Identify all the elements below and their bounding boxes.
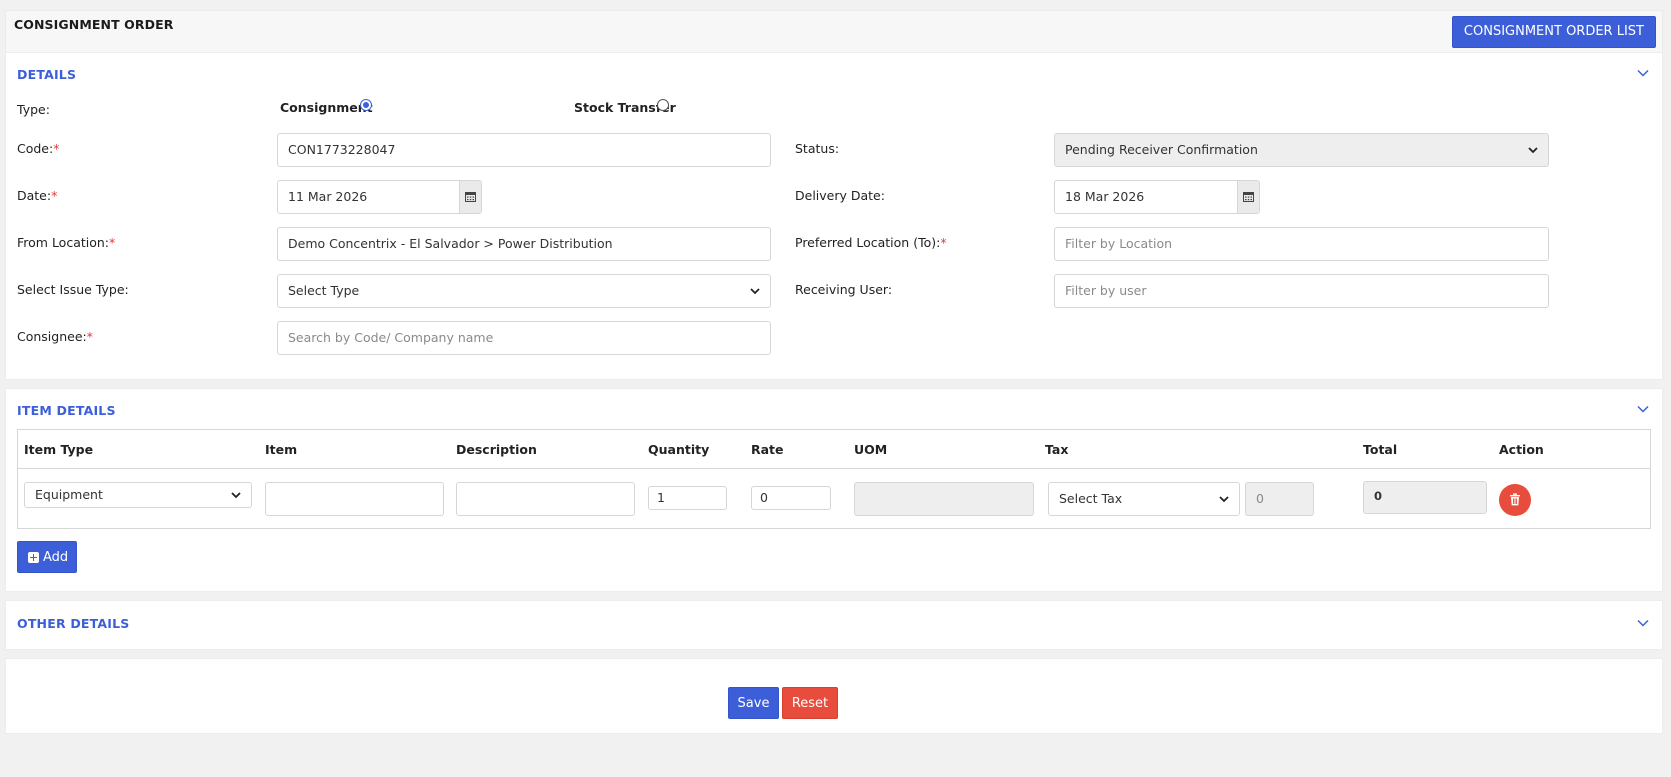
col-tax: Tax: [1045, 442, 1069, 457]
preferred-location-input[interactable]: Filter by Location: [1054, 227, 1549, 261]
tax-select[interactable]: Select Tax: [1048, 482, 1240, 516]
item-type-value: Equipment: [35, 487, 103, 502]
consignee-label: Consignee:*: [17, 329, 93, 344]
preferred-location-label: Preferred Location (To):*: [795, 235, 947, 250]
item-type-select[interactable]: Equipment: [24, 482, 252, 508]
consignee-input[interactable]: Search by Code/ Company name: [277, 321, 771, 355]
item-details-header[interactable]: ITEM DETAILS: [6, 389, 1662, 433]
description-input[interactable]: [456, 482, 635, 516]
total-value: 0: [1363, 481, 1487, 514]
add-label: Add: [43, 550, 69, 565]
items-table: Item Type Item Description Quantity Rate…: [17, 429, 1651, 529]
reset-button[interactable]: Reset: [782, 687, 838, 719]
chevron-down-icon[interactable]: [1635, 65, 1651, 81]
table-divider: [18, 468, 1650, 469]
tax-value: Select Tax: [1059, 491, 1123, 506]
chevron-down-icon[interactable]: [1635, 615, 1651, 631]
col-total: Total: [1363, 442, 1398, 457]
delivery-date-value: 18 Mar 2026: [1065, 189, 1145, 204]
date-input[interactable]: 11 Mar 2026: [277, 180, 482, 214]
save-button[interactable]: Save: [728, 687, 779, 719]
issue-type-label: Select Issue Type:: [17, 282, 129, 297]
col-action: Action: [1499, 442, 1544, 457]
issue-type-value: Select Type: [288, 283, 360, 298]
date-value: 11 Mar 2026: [288, 189, 368, 204]
form-footer: Save Reset: [5, 658, 1663, 734]
item-details-section: ITEM DETAILS Item Type Item Description …: [5, 388, 1663, 592]
radio-consignment[interactable]: [360, 99, 372, 111]
code-input[interactable]: CON1773228047: [277, 133, 771, 167]
tax-amount-input[interactable]: 0: [1245, 482, 1314, 516]
chevron-down-icon: [231, 492, 241, 499]
code-label: Code:*: [17, 141, 60, 156]
other-details-section: OTHER DETAILS: [5, 600, 1663, 650]
chevron-down-icon: [1219, 496, 1229, 503]
details-title: DETAILS: [17, 67, 77, 82]
chevron-down-icon: [750, 288, 760, 295]
col-rate: Rate: [751, 442, 784, 457]
col-item-type: Item Type: [24, 442, 94, 457]
item-input[interactable]: [265, 482, 444, 516]
radio-stock-transfer[interactable]: [657, 99, 669, 111]
add-row-button[interactable]: Add: [17, 541, 77, 573]
calendar-icon[interactable]: [459, 181, 481, 213]
status-value: Pending Receiver Confirmation: [1065, 142, 1258, 157]
type-label: Type:: [17, 102, 50, 117]
quantity-input[interactable]: 1: [648, 486, 727, 510]
radio-consignment-label[interactable]: Consignment: [280, 100, 373, 115]
receiving-user-label: Receiving User:: [795, 282, 893, 297]
consignment-order-list-button[interactable]: CONSIGNMENT ORDER LIST: [1451, 16, 1656, 48]
other-details-title: OTHER DETAILS: [17, 616, 130, 631]
status-label: Status:: [795, 141, 840, 156]
uom-input[interactable]: [854, 482, 1034, 516]
item-details-title: ITEM DETAILS: [17, 403, 116, 418]
from-location-label: From Location:*: [17, 235, 116, 250]
col-uom: UOM: [854, 442, 888, 457]
page-title: CONSIGNMENT ORDER: [14, 17, 174, 32]
trash-icon: [1510, 493, 1520, 506]
details-section: DETAILS Type: Consignment Stock Transfer…: [5, 52, 1663, 380]
page: CONSIGNMENT ORDER CONSIGNMENT ORDER LIST…: [5, 10, 1663, 734]
page-header: CONSIGNMENT ORDER CONSIGNMENT ORDER LIST: [5, 10, 1663, 52]
date-label: Date:*: [17, 188, 58, 203]
calendar-icon[interactable]: [1237, 181, 1259, 213]
plus-square-icon: [28, 552, 39, 563]
status-select[interactable]: Pending Receiver Confirmation: [1054, 133, 1549, 167]
other-details-header[interactable]: OTHER DETAILS: [6, 601, 1662, 645]
from-location-input[interactable]: Demo Concentrix - El Salvador > Power Di…: [277, 227, 771, 261]
chevron-down-icon: [1528, 147, 1538, 154]
col-quantity: Quantity: [648, 442, 710, 457]
details-header[interactable]: DETAILS: [6, 53, 1662, 97]
delivery-date-label: Delivery Date:: [795, 188, 885, 203]
issue-type-select[interactable]: Select Type: [277, 274, 771, 308]
delivery-date-input[interactable]: 18 Mar 2026: [1054, 180, 1260, 214]
col-item: Item: [265, 442, 298, 457]
receiving-user-input[interactable]: Filter by user: [1054, 274, 1549, 308]
rate-input[interactable]: 0: [751, 486, 831, 510]
col-description: Description: [456, 442, 537, 457]
chevron-down-icon[interactable]: [1635, 401, 1651, 417]
delete-row-button[interactable]: [1499, 484, 1531, 516]
